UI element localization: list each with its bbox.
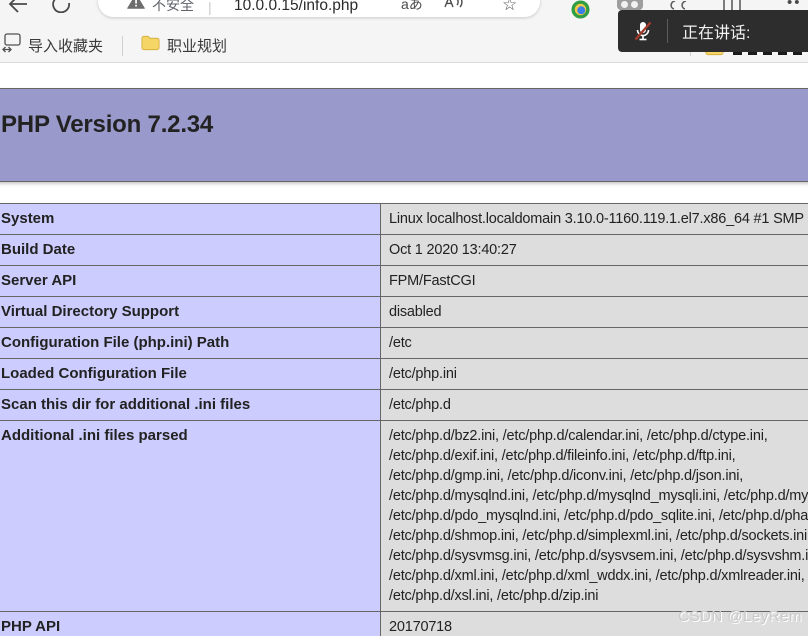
row-value: /etc/php.ini [380, 358, 808, 390]
bookmark-label: 导入收藏夹 [28, 37, 104, 55]
row-label: Loaded Configuration File [0, 358, 381, 390]
csdn-watermark: CSDN @LeyRem [678, 608, 802, 625]
url-text[interactable]: 10.0.0.15/info.php [234, 0, 358, 15]
table-row: Additional .ini files parsed /etc/php.d/… [0, 420, 808, 612]
not-secure-label: 不安全 [152, 0, 194, 13]
address-separator: | [208, 0, 212, 15]
bookmark-folder-career[interactable]: 职业规划 [141, 33, 227, 57]
php-version-header: PHP Version 7.2.34 [0, 88, 808, 182]
table-row: Scan this dir for additional .ini files … [0, 389, 808, 421]
import-favorites-icon [2, 32, 21, 58]
microphone-muted-icon[interactable] [631, 19, 655, 43]
php-info-table: System Linux localhost.localdomain 3.10.… [0, 203, 808, 636]
profile-avatar[interactable] [617, 0, 643, 10]
favorite-star-icon[interactable]: ☆ [502, 0, 517, 15]
table-row: Loaded Configuration File /etc/php.ini [0, 358, 808, 390]
speaking-toast[interactable]: 正在讲话: [618, 10, 808, 52]
table-row: Configuration File (php.ini) Path /etc [0, 327, 808, 359]
bookmarks-separator [122, 36, 123, 56]
row-label: Build Date [0, 234, 381, 266]
row-value: FPM/FastCGI [380, 265, 808, 297]
row-value: /etc/php.d/bz2.ini, /etc/php.d/calendar.… [380, 420, 808, 612]
row-label: Scan this dir for additional .ini files [0, 389, 381, 421]
read-aloud-icon[interactable] [444, 0, 464, 14]
row-label: System [0, 203, 381, 235]
toast-divider [667, 19, 668, 43]
row-value: Linux localhost.localdomain 3.10.0-1160.… [380, 203, 808, 235]
phpinfo-page: PHP Version 7.2.34 System Linux localhos… [0, 63, 808, 636]
row-label: Additional .ini files parsed [0, 420, 381, 612]
row-label: PHP API [0, 611, 381, 636]
row-value: /etc/php.d [380, 389, 808, 421]
table-row: Virtual Directory Support disabled [0, 296, 808, 328]
bookmark-import-favorites[interactable]: 导入收藏夹 [2, 32, 104, 58]
table-row: Build Date Oct 1 2020 13:40:27 [0, 234, 808, 266]
address-bar[interactable]: 不安全 | 10.0.0.15/info.php aあ ☆ [98, 0, 540, 17]
row-label: Virtual Directory Support [0, 296, 381, 328]
page-title: PHP Version 7.2.34 [1, 111, 214, 138]
row-label: Server API [0, 265, 381, 297]
not-secure-warning-icon [127, 0, 145, 14]
back-icon[interactable] [7, 0, 29, 20]
browser-window: 不安全 | 10.0.0.15/info.php aあ ☆ •• 导入收藏夹 职… [0, 0, 808, 636]
translate-icon[interactable]: aあ [401, 0, 423, 14]
row-value: disabled [380, 296, 808, 328]
table-row: Server API FPM/FastCGI [0, 265, 808, 297]
extension-icon[interactable] [571, 0, 590, 24]
table-row: System Linux localhost.localdomain 3.10.… [0, 203, 808, 235]
speaking-toast-label: 正在讲话: [682, 25, 751, 42]
folder-icon [141, 35, 160, 56]
row-value: Oct 1 2020 13:40:27 [380, 234, 808, 266]
row-label: Configuration File (php.ini) Path [0, 327, 381, 359]
row-value: /etc [380, 327, 808, 359]
bookmark-label: 职业规划 [167, 37, 228, 55]
refresh-icon[interactable] [51, 0, 71, 18]
